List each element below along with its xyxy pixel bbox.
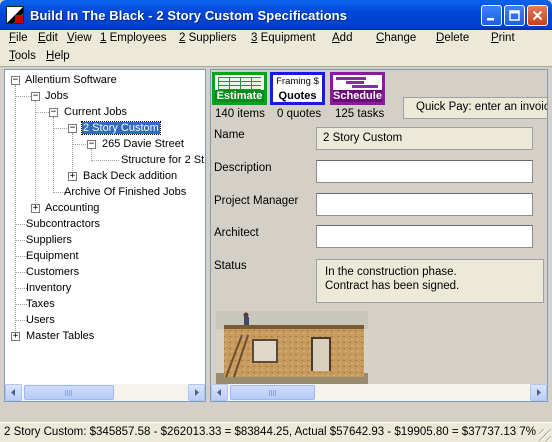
tree-item-structure[interactable]: Structure for 2 St	[121, 153, 204, 167]
project-manager-label: Project Manager	[214, 195, 299, 207]
items-count: 140 items	[215, 108, 265, 120]
menu-bar: File Edit View 1 Employees 2 Suppliers 3…	[0, 30, 552, 48]
tree-item-equipment[interactable]: Equipment	[26, 249, 79, 263]
menu-print[interactable]: Print	[491, 32, 515, 44]
menu-change[interactable]: Change	[376, 32, 416, 44]
tree-item-taxes[interactable]: Taxes	[26, 297, 55, 311]
details-scroll-left-button[interactable]	[211, 384, 228, 401]
close-icon	[532, 10, 543, 21]
collapse-jobs-icon[interactable]: −	[31, 92, 40, 101]
details-scroll-right-button[interactable]	[530, 384, 547, 401]
scroll-right-button[interactable]	[188, 384, 205, 401]
collapse-current-jobs-icon[interactable]: −	[49, 108, 58, 117]
expand-accounting-icon[interactable]: +	[31, 204, 40, 213]
scroll-left-button[interactable]	[5, 384, 22, 401]
tasks-count: 125 tasks	[335, 108, 385, 120]
tree-item-subcontractors[interactable]: Subcontractors	[26, 217, 100, 231]
status-bar-text: 2 Story Custom: $345857.58 - $262013.33 …	[4, 426, 536, 438]
name-label: Name	[214, 129, 245, 141]
resize-grip-icon[interactable]	[539, 429, 551, 441]
tree-item-suppliers[interactable]: Suppliers	[26, 233, 72, 247]
tree-item-users[interactable]: Users	[26, 313, 55, 327]
menu-add[interactable]: Add	[332, 32, 352, 44]
quick-pay-button[interactable]: Quick Pay: enter an invoice	[403, 97, 547, 119]
quotes-top-label: Framing $	[276, 76, 319, 87]
tree-item-jobs[interactable]: Jobs	[45, 89, 68, 103]
close-button[interactable]	[527, 5, 548, 26]
tree-item-current-jobs[interactable]: Current Jobs	[64, 105, 127, 119]
estimate-button[interactable]: Estimate	[212, 72, 267, 105]
navigation-tree[interactable]: − Allentium Software − Jobs − Current Jo…	[4, 69, 206, 402]
description-label: Description	[214, 162, 272, 174]
window-title: Build In The Black - 2 Story Custom Spec…	[30, 7, 348, 23]
app-logo-icon	[6, 6, 24, 24]
architect-label: Architect	[214, 227, 259, 239]
tree-item-address[interactable]: 265 Davie Street	[102, 137, 184, 151]
details-scroll-thumb[interactable]	[230, 385, 315, 400]
menu-employees[interactable]: 1 Employees	[100, 32, 167, 44]
tree-item-accounting[interactable]: Accounting	[45, 201, 99, 215]
tree-item-back-deck[interactable]: Back Deck addition	[83, 169, 177, 183]
tree-item-root[interactable]: Allentium Software	[25, 73, 117, 87]
details-horizontal-scrollbar[interactable]	[211, 384, 547, 401]
minimize-icon	[487, 18, 494, 21]
status-bar: 2 Story Custom: $345857.58 - $262013.33 …	[0, 422, 552, 442]
description-field[interactable]	[316, 160, 533, 183]
tree-item-customers[interactable]: Customers	[26, 265, 79, 279]
tree-item-master-tables[interactable]: Master Tables	[26, 329, 94, 343]
status-label: Status	[214, 260, 247, 272]
tree-scroll-thumb[interactable]	[24, 385, 114, 400]
job-site-photo	[216, 311, 368, 393]
tree-item-selected-job[interactable]: 2 Story Custom	[81, 121, 161, 135]
menu-edit[interactable]: Edit	[38, 32, 58, 44]
estimate-label: Estimate	[215, 90, 264, 102]
collapse-address-icon[interactable]: −	[87, 140, 96, 149]
arrow-left-icon	[217, 389, 221, 396]
tree-item-inventory[interactable]: Inventory	[26, 281, 71, 295]
quotes-count: 0 quotes	[277, 108, 322, 120]
tree-horizontal-scrollbar[interactable]	[5, 384, 205, 401]
collapse-job-icon[interactable]: −	[68, 124, 77, 133]
tree-item-archive[interactable]: Archive Of Finished Jobs	[64, 185, 186, 199]
schedule-label: Schedule	[333, 90, 382, 102]
status-field[interactable]: In the construction phase. Contract has …	[316, 259, 544, 303]
minimize-button[interactable]	[481, 5, 502, 26]
collapse-root-icon[interactable]: −	[11, 76, 20, 85]
arrow-left-icon	[11, 389, 15, 396]
schedule-button[interactable]: Schedule	[330, 72, 385, 105]
project-manager-field[interactable]	[316, 193, 533, 216]
name-field[interactable]: 2 Story Custom	[316, 127, 533, 150]
menu-equipment[interactable]: 3 Equipment	[251, 32, 316, 44]
menu-bar-secondary: Tools Help	[0, 48, 552, 67]
quotes-button[interactable]: Framing $ Quotes	[270, 72, 325, 105]
job-details-panel: Estimate Framing $ Quotes Schedule 140 i…	[210, 69, 548, 402]
spreadsheet-icon	[218, 77, 261, 91]
expand-back-deck-icon[interactable]: +	[68, 172, 77, 181]
maximize-button[interactable]	[504, 5, 525, 26]
expand-master-tables-icon[interactable]: +	[11, 332, 20, 341]
menu-tools[interactable]: Tools	[9, 50, 36, 62]
quotes-label: Quotes	[278, 90, 317, 102]
title-bar: Build In The Black - 2 Story Custom Spec…	[0, 0, 552, 30]
menu-help[interactable]: Help	[46, 50, 70, 62]
status-line-2: Contract has been signed.	[325, 280, 460, 292]
menu-file[interactable]: File	[9, 32, 28, 44]
arrow-right-icon	[537, 389, 541, 396]
menu-delete[interactable]: Delete	[436, 32, 469, 44]
status-line-1: In the construction phase.	[325, 266, 457, 278]
maximize-icon	[509, 10, 520, 21]
arrow-right-icon	[195, 389, 199, 396]
architect-field[interactable]	[316, 225, 533, 248]
menu-suppliers[interactable]: 2 Suppliers	[179, 32, 237, 44]
menu-view[interactable]: View	[67, 32, 92, 44]
